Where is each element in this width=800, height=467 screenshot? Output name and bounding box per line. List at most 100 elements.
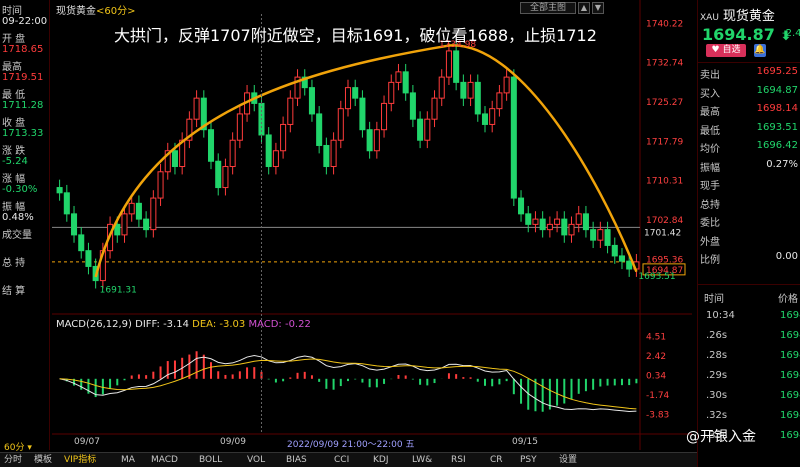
candle-body — [207, 129, 215, 162]
chart-timeframe[interactable]: <60分> — [96, 6, 135, 17]
macd-tick-label: -1.74 — [646, 391, 670, 401]
toolbar-item[interactable]: VIP指标 — [64, 454, 96, 467]
toolbar-item[interactable]: RSI — [451, 454, 466, 467]
candle-body — [460, 81, 467, 99]
candle-body — [222, 166, 229, 189]
symbol-name: 现货黄金 — [722, 9, 775, 24]
toolbar-item[interactable]: CCI — [334, 454, 349, 467]
macd-tick-label: 0.34 — [646, 372, 666, 382]
quote-row-label: 卖出 — [700, 70, 720, 81]
toolbar-item[interactable]: KDJ — [373, 454, 389, 467]
tick-price: 1694 — [780, 310, 800, 321]
quote-row-value: 1695.25 — [756, 66, 798, 77]
candle-body — [481, 113, 489, 125]
candle-body — [618, 255, 625, 262]
candle-body — [323, 144, 330, 168]
quote-row-label: 买入 — [700, 88, 720, 100]
open-label: 开 盘 — [2, 34, 26, 45]
candle-body — [71, 213, 78, 236]
toolbar-item[interactable]: 模板 — [34, 454, 52, 467]
tick-time: 10:34 — [706, 310, 735, 321]
quote-row: 最低 1693.51 — [700, 122, 798, 137]
candle-body — [395, 71, 402, 83]
candle-body — [63, 192, 70, 215]
toolbar-item[interactable]: LW& — [412, 454, 432, 467]
high-label: 最高 — [2, 62, 22, 73]
candle-body — [135, 202, 142, 220]
candle-body — [568, 223, 575, 236]
candle-body — [236, 113, 243, 141]
divider — [698, 62, 800, 63]
quote-row-value: 0.00 — [775, 251, 798, 262]
tick-row[interactable]: .28s 1694 — [700, 350, 800, 370]
candle-body — [157, 171, 164, 199]
candle-body — [381, 102, 388, 131]
last-price-value: 1694.87 — [702, 25, 775, 44]
tick-header-time: 时间 — [704, 294, 724, 305]
candle-body — [409, 92, 416, 120]
macd-tick-label: 2.42 — [646, 352, 666, 362]
date-label: 09/15 — [512, 437, 538, 447]
quote-row: 现手 — [700, 177, 798, 192]
close-label: 收 盘 — [2, 118, 26, 129]
main-chart-scope-button[interactable]: 全部主图 — [520, 2, 576, 14]
tick-time: .32s — [706, 410, 728, 421]
price-chart-svg[interactable]: 1740.22 1732.74 1725.27 1717.79 1710.31 1702.… — [52, 0, 692, 450]
candle-body — [431, 97, 438, 120]
scroll-up-icon[interactable]: ▲ — [578, 2, 590, 14]
divider — [698, 284, 800, 285]
price-change: -2.4 — [782, 28, 800, 39]
toolbar-item[interactable]: 设置 — [559, 454, 577, 467]
quote-info-panel: 时间 09-22:00 开 盘 1718.65 最高 1719.51 最 低 1… — [0, 0, 50, 450]
toolbar-item[interactable]: BIAS — [286, 454, 307, 467]
candle-body — [308, 87, 315, 115]
candle-body — [193, 97, 200, 120]
high-value: 1719.51 — [2, 72, 44, 83]
reference-price-label: 1701.42 — [644, 228, 681, 238]
toolbar-item[interactable]: MA — [121, 454, 135, 467]
toolbar-item[interactable]: PSY — [520, 454, 537, 467]
candle-body — [453, 50, 460, 83]
candle-body — [171, 150, 178, 168]
toolbar-item[interactable]: VOL — [247, 454, 265, 467]
quote-row-label: 均价 — [700, 144, 720, 155]
tick-row[interactable]: 10:34 1694 — [700, 310, 800, 330]
quote-row-value: 1698.14 — [756, 103, 798, 114]
quote-row-label: 最高 — [700, 107, 720, 118]
candle-body — [438, 76, 445, 99]
pct-label: 涨 幅 — [2, 174, 26, 185]
toolbar-item[interactable]: BOLL — [199, 454, 222, 467]
quote-row: 最高 1698.14 — [700, 103, 798, 118]
quote-row: 委比 — [700, 214, 798, 229]
tick-row[interactable]: .26s 1694 — [700, 330, 800, 350]
quote-row-value: 0.27% — [766, 158, 798, 170]
bell-icon[interactable]: 🔔 — [754, 44, 766, 57]
tick-row[interactable]: .29s 1694 — [700, 370, 800, 390]
macd-params: MACD(26,12,9) — [56, 319, 132, 330]
candle-body — [597, 229, 604, 241]
amp-value: 0.48% — [2, 212, 34, 223]
chart-area[interactable]: 1740.22 1732.74 1725.27 1717.79 1710.31 1702.… — [52, 0, 692, 450]
quote-row: 振幅 0.27% — [700, 158, 798, 174]
toolbar-item[interactable]: 分时 — [4, 454, 22, 467]
low-mark-label: 1693.51 — [638, 272, 675, 282]
candle-body — [582, 213, 589, 231]
price-tick-label: 1710.31 — [646, 177, 683, 187]
tick-row[interactable]: .30s 1694 — [700, 390, 800, 410]
candle-body — [150, 197, 157, 231]
symbol-header: XAU 现货黄金 — [700, 5, 775, 24]
tick-price: 1694 — [780, 430, 800, 441]
candle-body — [337, 108, 344, 141]
toolbar-item[interactable]: CR — [490, 454, 503, 467]
macd-tick-label: -3.83 — [646, 411, 669, 421]
close-value: 1713.33 — [2, 128, 44, 139]
change-label: 涨 跌 — [2, 146, 26, 157]
add-favorite-button[interactable]: ♥ 自选 — [706, 44, 746, 57]
toolbar-item[interactable]: MACD — [151, 454, 178, 467]
tick-price: 1694 — [780, 330, 800, 341]
candle-body — [78, 234, 85, 252]
candle-body — [503, 76, 510, 94]
candle-body — [56, 187, 63, 194]
candle-body — [467, 81, 474, 99]
scroll-down-icon[interactable]: ▼ — [592, 2, 604, 14]
